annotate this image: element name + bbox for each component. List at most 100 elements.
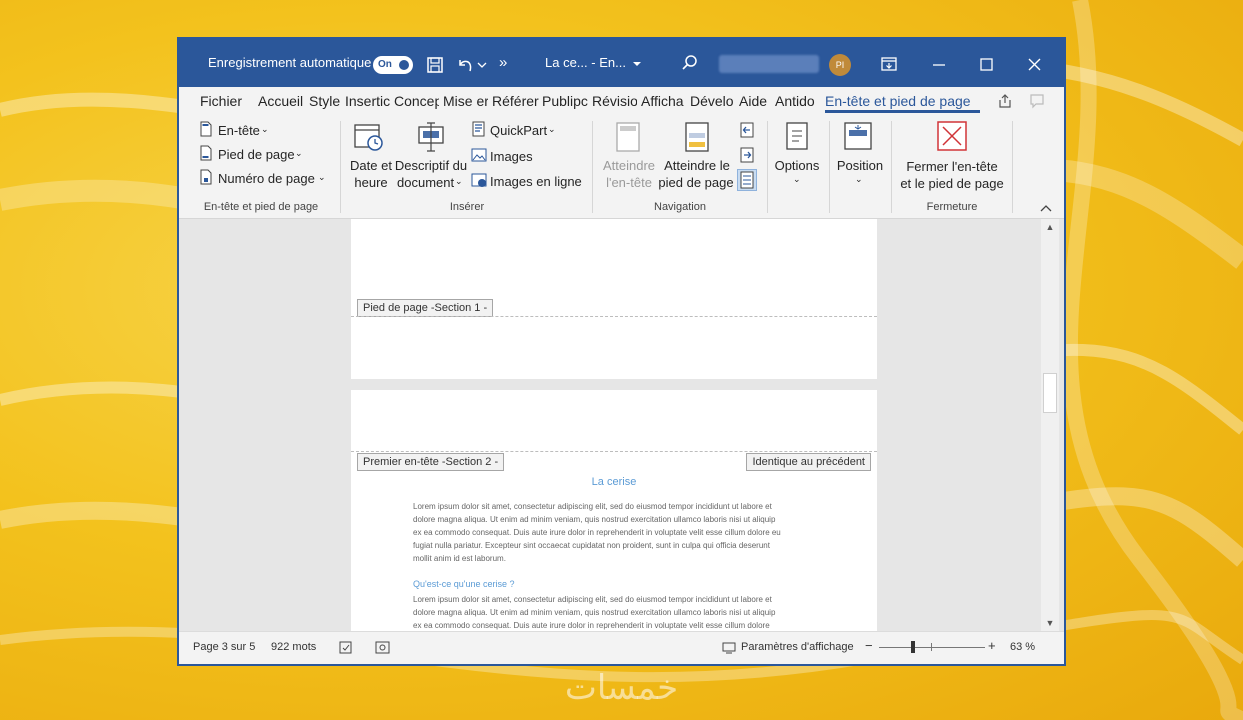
scroll-down-icon[interactable]: ▼ (1041, 618, 1059, 628)
document-area: Pied de page -Section 1 - Premier en-têt… (179, 219, 1064, 631)
header-button[interactable]: En-tête (218, 122, 260, 139)
group-divider (767, 121, 768, 213)
paragraph-line: mollit anim id est laborum. (413, 554, 506, 563)
document-info-icon (418, 122, 444, 152)
tab-fichier[interactable]: Fichier (200, 87, 246, 115)
tab-conception[interactable]: Concep (394, 87, 439, 115)
tab-affichage[interactable]: Afficha (641, 87, 686, 115)
chevron-down-icon[interactable] (477, 61, 487, 69)
more-commands[interactable]: » (499, 39, 507, 87)
zoom-out-button[interactable]: − (865, 638, 873, 653)
previous-icon[interactable] (739, 121, 755, 139)
page-number-icon (200, 169, 212, 185)
group-divider (592, 121, 593, 213)
status-bar: Page 3 sur 5 922 mots Paramètres d'affic… (179, 631, 1064, 664)
avatar[interactable]: PI (829, 54, 851, 76)
images-button[interactable]: Images (490, 148, 533, 165)
document-title[interactable]: La cerise (351, 476, 877, 488)
display-settings-button[interactable]: Paramètres d'affichage (741, 641, 854, 653)
undo-icon[interactable] (455, 55, 475, 75)
paragraph-1[interactable]: Lorem ipsum dolor sit amet, consectetur … (413, 500, 817, 565)
quickpart-button[interactable]: QuickPart (490, 122, 547, 139)
tab-developpeur[interactable]: Dévelo (690, 87, 735, 115)
date-time-line2[interactable]: heure (345, 174, 397, 191)
header-boundary (351, 451, 877, 452)
autosave-toggle[interactable]: On (373, 56, 413, 74)
chevron-down-icon[interactable]: ⌄ (793, 171, 801, 188)
close-header-footer-line1[interactable]: Fermer l'en-tête (895, 158, 1009, 175)
paragraph-line: dolore magna aliqua. Ut enim ad minim ve… (413, 515, 776, 524)
goto-header-line1: Atteindre (602, 158, 656, 173)
subheading[interactable]: Qu'est-ce qu'une cerise ? (413, 579, 515, 589)
share-icon[interactable] (997, 93, 1013, 109)
zoom-in-button[interactable]: + (988, 638, 996, 653)
close-icon[interactable] (1028, 58, 1041, 71)
display-settings-icon[interactable] (722, 641, 736, 655)
paragraph-line: dolore magna aliqua. Ut enim ad minim ve… (413, 608, 776, 617)
date-time-icon (354, 124, 383, 151)
tab-publipostage[interactable]: Publipc (542, 87, 588, 115)
link-to-previous-icon[interactable] (737, 169, 757, 191)
search-icon[interactable] (681, 54, 699, 72)
options-icon (786, 122, 808, 150)
goto-footer-line1[interactable]: Atteindre le (657, 157, 737, 174)
tab-accueil[interactable]: Accueil (258, 87, 306, 115)
chevron-down-icon[interactable]: ⌄ (455, 173, 463, 190)
zoom-slider-thumb[interactable] (910, 641, 915, 653)
word-count[interactable]: 922 mots (271, 641, 316, 653)
ribbon-tabs: Fichier Accueil Style Insertic Concep Mi… (179, 87, 1064, 115)
document-info-line2[interactable]: document (397, 174, 454, 191)
minimize-icon[interactable] (932, 63, 946, 67)
page-count[interactable]: Page 3 sur 5 (193, 641, 255, 653)
chevron-down-icon[interactable]: ⌄ (548, 121, 556, 138)
ribbon-display-icon[interactable] (881, 56, 897, 72)
tab-references[interactable]: Référer (492, 87, 539, 115)
proofing-icon[interactable] (339, 641, 353, 655)
watermark-logo: خمسات (564, 668, 679, 708)
same-as-previous-label: Identique au précédent (746, 453, 871, 471)
tab-style[interactable]: Style (309, 87, 341, 115)
images-icon (471, 148, 487, 162)
paragraph-line: ex ea commodo consequat. Duis aute irure… (413, 528, 781, 537)
toggle-knob (399, 60, 409, 70)
chevron-down-icon[interactable]: ⌄ (855, 171, 863, 188)
next-icon[interactable] (739, 146, 755, 164)
footer-boundary (351, 316, 877, 317)
maximize-icon[interactable] (980, 58, 993, 71)
goto-footer-line2[interactable]: pied de page (655, 174, 737, 191)
save-icon[interactable] (426, 56, 444, 74)
paragraph-2[interactable]: Lorem ipsum dolor sit amet, consectetur … (413, 593, 817, 631)
date-time-line1[interactable]: Date et (345, 157, 397, 174)
comments-icon[interactable] (1029, 93, 1045, 109)
document-name[interactable]: La ce... - En... (545, 39, 626, 87)
close-header-footer-line2[interactable]: et le pied de page (895, 175, 1009, 192)
title-bar: Enregistrement automatique On » La ce...… (179, 39, 1064, 87)
tab-antidote[interactable]: Antido (775, 87, 820, 115)
paragraph-line: Lorem ipsum dolor sit amet, consectetur … (413, 595, 772, 604)
chevron-down-icon[interactable]: ⌄ (295, 145, 303, 162)
vertical-scrollbar[interactable]: ▲ ▼ (1041, 219, 1059, 631)
collapse-ribbon-icon[interactable] (1040, 204, 1052, 212)
chevron-down-icon[interactable]: ⌄ (318, 169, 326, 186)
tab-insertion[interactable]: Insertic (345, 87, 390, 115)
document-info-line1[interactable]: Descriptif du (393, 157, 469, 174)
online-images-button[interactable]: Images en ligne (490, 173, 582, 190)
tab-header-footer[interactable]: En-tête et pied de page (825, 87, 980, 115)
zoom-slider-track[interactable] (879, 647, 985, 648)
autosave-toggle-label: On (378, 59, 392, 70)
scroll-thumb[interactable] (1043, 373, 1057, 413)
footer-button[interactable]: Pied de page (218, 146, 295, 163)
chevron-down-icon[interactable]: ⌄ (261, 121, 269, 138)
page-number-button[interactable]: Numéro de page (218, 170, 315, 187)
group-label-header-footer: En-tête et pied de page (203, 201, 319, 213)
tab-aide[interactable]: Aide (739, 87, 771, 115)
group-label-insert: Insérer (449, 201, 485, 213)
accessibility-icon[interactable] (375, 641, 391, 655)
goto-header-line2: l'en-tête (606, 175, 652, 190)
zoom-level[interactable]: 63 % (1010, 641, 1035, 653)
scroll-up-icon[interactable]: ▲ (1041, 222, 1059, 232)
tab-mise-en-page[interactable]: Mise er (443, 87, 488, 115)
tab-revision[interactable]: Révisio (592, 87, 637, 115)
caret-down-icon[interactable] (632, 61, 642, 67)
group-divider (1012, 121, 1013, 213)
